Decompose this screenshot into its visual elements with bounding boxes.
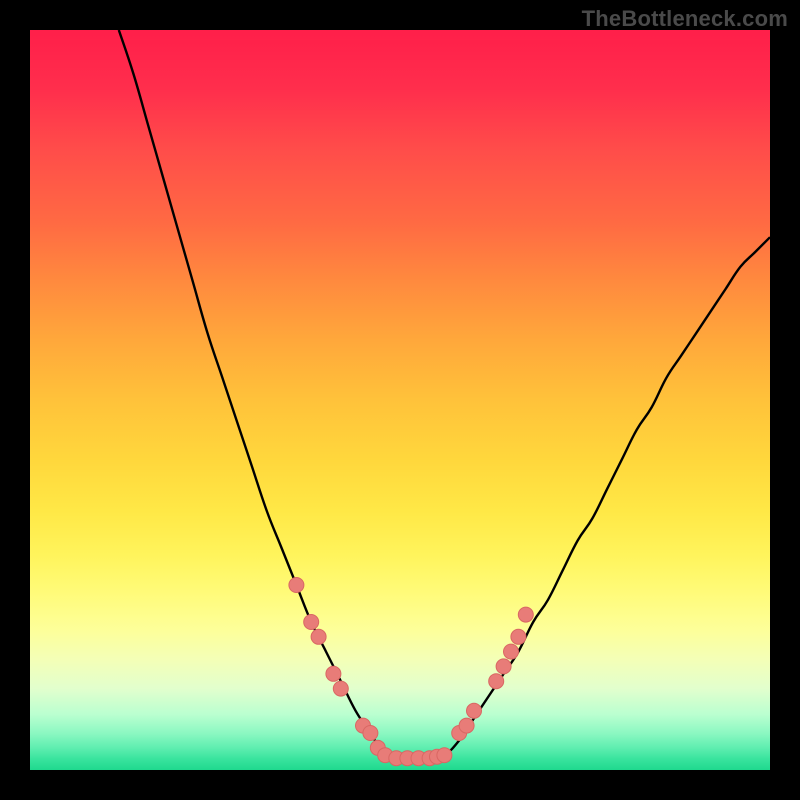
data-point (437, 748, 452, 763)
data-point (311, 629, 326, 644)
data-point (333, 681, 348, 696)
data-point (504, 644, 519, 659)
data-point (489, 674, 504, 689)
watermark-text: TheBottleneck.com (582, 6, 788, 32)
data-point (511, 629, 526, 644)
data-point (363, 726, 378, 741)
data-point (326, 666, 341, 681)
data-point (467, 703, 482, 718)
chart-frame: TheBottleneck.com (0, 0, 800, 800)
data-point (304, 615, 319, 630)
data-point (496, 659, 511, 674)
data-point (289, 578, 304, 593)
bottleneck-curve (119, 30, 770, 759)
data-point (459, 718, 474, 733)
chart-svg (30, 30, 770, 770)
data-point (518, 607, 533, 622)
plot-area (30, 30, 770, 770)
scatter-dots (289, 578, 533, 766)
